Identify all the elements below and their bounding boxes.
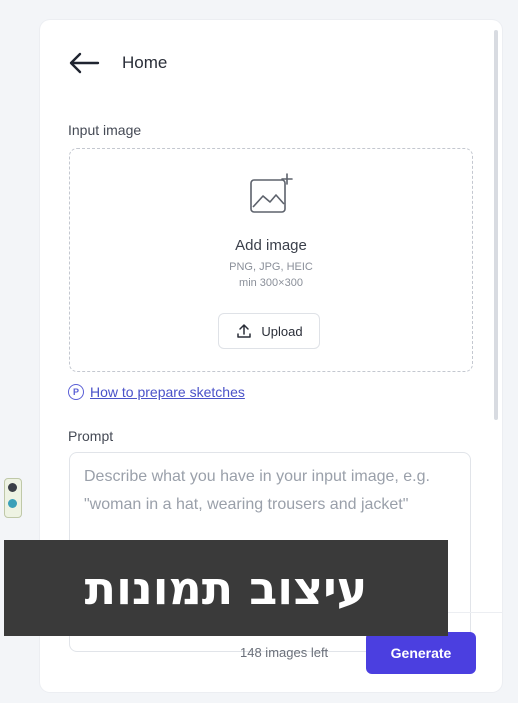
help-link-label: How to prepare sketches [90,384,245,400]
min-size-text: min 300×300 [239,277,303,289]
overlay-banner: עיצוב תמונות [4,540,448,636]
upload-icon [237,324,252,338]
extension-dot-icon-secondary[interactable] [8,499,17,508]
images-left-counter: 148 images left [240,645,329,660]
arrow-left-icon [69,52,100,74]
prompt-label: Prompt [68,428,114,444]
how-to-prepare-sketches-link[interactable]: P How to prepare sketches [68,384,245,400]
add-image-icon [250,173,293,213]
upload-label: Upload [261,323,303,339]
back-button[interactable] [68,48,104,78]
add-image-title: Add image [235,237,307,254]
extension-dot-icon[interactable] [8,483,17,492]
image-dropzone[interactable]: Add image PNG, JPG, HEIC min 300×300 Upl… [69,148,473,372]
overlay-caption: עיצוב תמונות [84,561,368,615]
accepted-formats: PNG, JPG, HEIC [229,261,313,273]
help-circle-icon: P [68,384,84,400]
upload-button[interactable]: Upload [218,313,320,349]
header: Home [68,48,167,78]
input-image-label: Input image [68,122,142,138]
generate-button[interactable]: Generate [366,632,476,674]
home-label[interactable]: Home [122,53,167,73]
scrollbar[interactable] [494,30,498,420]
side-extension-widget[interactable] [4,478,22,518]
